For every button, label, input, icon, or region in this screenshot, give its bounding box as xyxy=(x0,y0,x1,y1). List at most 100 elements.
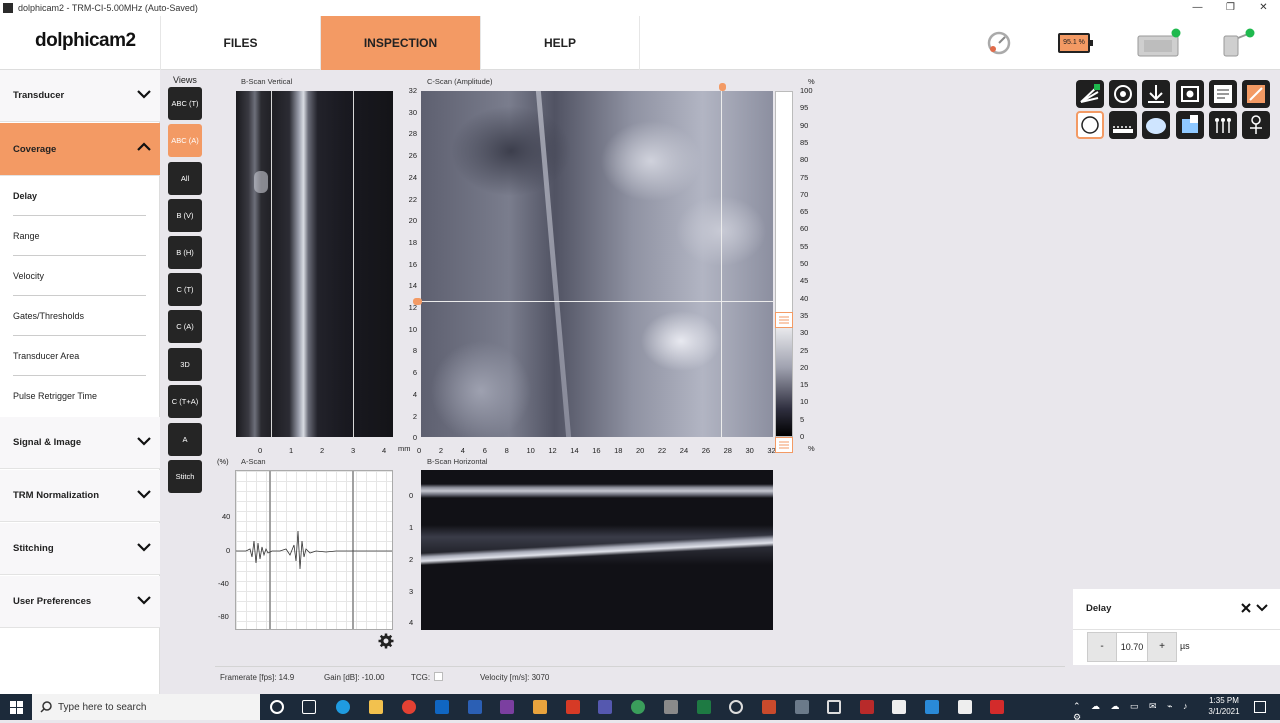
tab-help[interactable]: HELP xyxy=(480,16,640,70)
bscan-vertical-cursor-left[interactable] xyxy=(271,91,272,437)
outlook-icon[interactable] xyxy=(435,700,449,714)
app-icon[interactable] xyxy=(990,700,1004,714)
tool-measure-button[interactable] xyxy=(1242,80,1270,108)
tool-amplitude-button[interactable] xyxy=(1076,80,1104,108)
close-window-button[interactable]: ✕ xyxy=(1247,0,1280,16)
tool-gates-button[interactable] xyxy=(1209,111,1237,139)
section-user-preferences[interactable]: User Preferences xyxy=(0,576,160,628)
cscan-image[interactable] xyxy=(421,91,773,437)
coverage-item-transducer-area[interactable]: Transducer Area xyxy=(13,336,146,376)
edge-icon[interactable] xyxy=(336,700,350,714)
app-icon[interactable] xyxy=(631,700,645,714)
delay-decrement-button[interactable]: - xyxy=(1087,632,1117,662)
word-icon[interactable] xyxy=(468,700,482,714)
chevron-down-icon xyxy=(137,437,151,446)
coverage-item-velocity[interactable]: Velocity xyxy=(13,256,146,296)
app-icon[interactable] xyxy=(925,700,939,714)
chrome-icon[interactable] xyxy=(402,700,416,714)
section-coverage[interactable]: Coverage xyxy=(0,123,160,176)
app-icon[interactable] xyxy=(533,700,547,714)
scanner-device-icon[interactable] xyxy=(1136,28,1186,58)
coverage-item-gates-thresholds[interactable]: Gates/Thresholds xyxy=(13,296,146,336)
bscan-h-ytick: 0 xyxy=(409,491,414,500)
bscan-vertical-cursor-right[interactable] xyxy=(353,91,354,437)
taskbar-search-input[interactable]: Type here to search xyxy=(32,694,260,720)
cscan-vertical-cursor[interactable] xyxy=(721,91,722,437)
cscan-horizontal-cursor[interactable] xyxy=(421,301,773,302)
cscan-ytick: 26 xyxy=(408,151,417,161)
powerpoint-icon[interactable] xyxy=(762,700,776,714)
notifications-icon[interactable] xyxy=(1254,701,1266,713)
store-icon[interactable] xyxy=(958,700,972,714)
settings-icon[interactable] xyxy=(827,700,841,714)
view-3d-button[interactable]: 3D xyxy=(168,348,202,381)
windows-start-icon[interactable] xyxy=(10,701,23,714)
delay-value-field[interactable]: 10.70 xyxy=(1117,632,1147,662)
teams-icon[interactable] xyxy=(598,700,612,714)
cscan-xtick: 10 xyxy=(526,446,535,455)
scale-upper-handle[interactable] xyxy=(775,312,793,328)
tool-rotate-button[interactable] xyxy=(1109,80,1137,108)
section-trm-normalization[interactable]: TRM Normalization xyxy=(0,470,160,522)
app-icon[interactable] xyxy=(500,700,514,714)
view-b-v-button[interactable]: B (V) xyxy=(168,199,202,232)
dolphicam-taskbar-icon[interactable] xyxy=(892,700,906,714)
probe-icon[interactable] xyxy=(1218,26,1262,58)
office-icon[interactable] xyxy=(566,700,580,714)
coverage-item-pulse-retrigger-time[interactable]: Pulse Retrigger Time xyxy=(13,376,146,416)
maximize-button[interactable]: ❐ xyxy=(1214,0,1247,16)
tab-inspection[interactable]: INSPECTION xyxy=(320,16,480,70)
view-b-h-button[interactable]: B (H) xyxy=(168,236,202,269)
tool-fill-button[interactable] xyxy=(1176,111,1204,139)
app-icon[interactable] xyxy=(860,700,874,714)
app-icon[interactable] xyxy=(729,700,743,714)
tool-download-button[interactable] xyxy=(1142,80,1170,108)
view-c-t-a-button[interactable]: C (T+A) xyxy=(168,385,202,418)
view-a-button[interactable]: A xyxy=(168,423,202,456)
section-signal-image[interactable]: Signal & Image xyxy=(0,417,160,469)
view-c-t-button[interactable]: C (T) xyxy=(168,273,202,306)
cortana-icon[interactable] xyxy=(270,700,284,714)
tool-report-button[interactable] xyxy=(1209,80,1237,108)
ascan-ytick: 0 xyxy=(226,546,231,555)
cscan-feature-line xyxy=(535,91,572,437)
app-icon xyxy=(3,3,13,13)
delay-increment-button[interactable]: + xyxy=(1147,632,1177,662)
section-stitching[interactable]: Stitching xyxy=(0,523,160,575)
camera-app-icon[interactable] xyxy=(795,700,809,714)
cscan-cursor-handle-top[interactable] xyxy=(719,83,726,91)
cscan-ytick: 2 xyxy=(412,411,417,421)
bscan-vertical-image[interactable] xyxy=(236,91,393,437)
task-view-icon[interactable] xyxy=(302,700,316,714)
gear-icon[interactable] xyxy=(378,633,394,649)
tool-circle-button[interactable] xyxy=(1076,111,1104,139)
bscan-horizontal-image[interactable] xyxy=(421,470,773,630)
chevron-down-icon[interactable] xyxy=(1255,602,1269,614)
tab-files[interactable]: FILES xyxy=(160,16,320,70)
battery-icon: 95.1 % xyxy=(1058,33,1090,53)
close-icon[interactable] xyxy=(1240,602,1252,614)
tool-area-button[interactable] xyxy=(1142,111,1170,139)
section-label: User Preferences xyxy=(13,596,92,607)
view-c-a-button[interactable]: C (A) xyxy=(168,310,202,343)
excel-icon[interactable] xyxy=(697,700,711,714)
tool-line-button[interactable] xyxy=(1109,111,1137,139)
coverage-item-range[interactable]: Range xyxy=(13,216,146,256)
tool-probe-button[interactable] xyxy=(1242,111,1270,139)
app-icon[interactable] xyxy=(664,700,678,714)
coverage-item-delay[interactable]: Delay xyxy=(13,176,146,216)
view-abc-a-button[interactable]: ABC (A) xyxy=(168,124,202,157)
view-stitch-button[interactable]: Stitch xyxy=(168,460,202,493)
gauge-icon[interactable] xyxy=(986,30,1012,56)
tcg-checkbox[interactable] xyxy=(434,672,443,681)
file-explorer-icon[interactable] xyxy=(369,700,383,714)
status-velocity: Velocity [m/s]: 3070 xyxy=(480,673,550,682)
tool-snapshot-button[interactable] xyxy=(1176,80,1204,108)
system-tray[interactable]: ⌃ ☁ ☁ ▭ ✉ ⌁ ♪ ⚙ xyxy=(1073,701,1193,722)
view-all-button[interactable]: All xyxy=(168,162,202,195)
section-transducer[interactable]: Transducer xyxy=(0,70,160,122)
scale-lower-handle[interactable] xyxy=(775,437,793,453)
minimize-button[interactable]: — xyxy=(1181,0,1214,16)
view-abc-t-button[interactable]: ABC (T) xyxy=(168,87,202,120)
ascan-plot[interactable] xyxy=(235,470,393,630)
